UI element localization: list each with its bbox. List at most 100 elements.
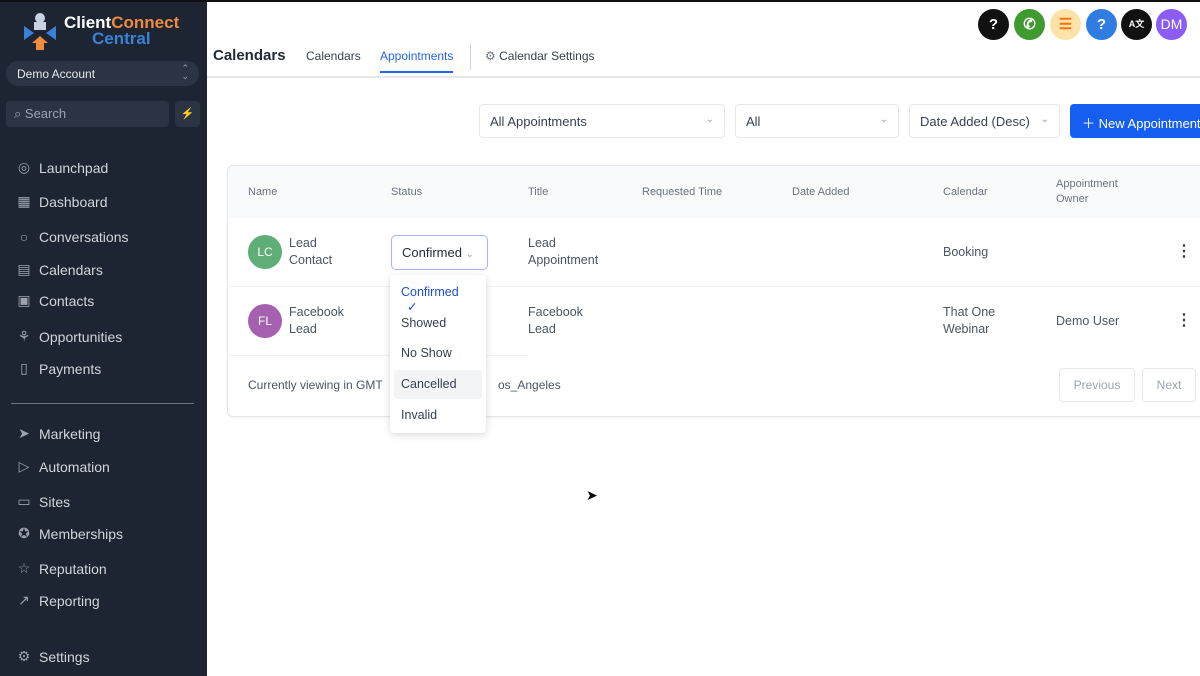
account-name: Demo Account xyxy=(17,67,96,81)
chart-icon: ↗ xyxy=(18,592,30,608)
name-line: Contact xyxy=(289,253,333,267)
status-option-cancelled[interactable]: Cancelled xyxy=(394,370,482,399)
sidebar-divider xyxy=(11,403,194,404)
status-filter-select[interactable]: All ⌄ xyxy=(735,104,899,138)
sidebar-item-calendars[interactable]: ▤ Calendars xyxy=(16,261,102,278)
question-icon[interactable]: ? xyxy=(1086,9,1117,40)
search-icon: ⌕ xyxy=(14,106,22,121)
sidebar-item-memberships[interactable]: ✪ Memberships xyxy=(16,525,123,542)
sidebar-item-automation[interactable]: ▷ Automation xyxy=(16,458,110,475)
appointment-type-select[interactable]: All Appointments ⌄ xyxy=(479,104,725,138)
translate-icon[interactable]: A文 xyxy=(1121,9,1152,40)
sidebar-item-label: Automation xyxy=(39,458,110,475)
send-icon: ➤ xyxy=(18,425,30,441)
star-icon: ☆ xyxy=(17,560,31,576)
title-line: Facebook xyxy=(528,305,583,319)
sidebar-item-sites[interactable]: ▭ Sites xyxy=(16,493,70,510)
mouse-cursor-icon: ➤ xyxy=(586,487,598,503)
column-header: Title xyxy=(528,186,549,198)
chevron-down-icon: ⌄ xyxy=(705,114,714,125)
sidebar-item-launchpad[interactable]: ◎ Launchpad xyxy=(16,159,108,176)
chat-icon: ○ xyxy=(19,229,29,245)
tab-calendar-settings[interactable]: ⚙ Calendar Settings xyxy=(485,49,595,63)
sidebar-item-contacts[interactable]: ▣ Contacts xyxy=(16,292,94,309)
status-dropdown-menu: Confirmed ✓ Showed No Show Cancelled Inv… xyxy=(390,275,486,433)
search-input[interactable]: ⌕ Search xyxy=(6,101,169,127)
status-option-showed[interactable]: Showed xyxy=(394,309,482,338)
column-header: Appointment Owner xyxy=(1056,178,1118,205)
bolt-icon: ⚡ xyxy=(180,108,195,120)
appointment-title[interactable]: Facebook Lead xyxy=(528,304,583,338)
plus-icon: ＋ xyxy=(1082,116,1096,131)
calendar-icon: ▤ xyxy=(17,261,31,277)
sidebar-item-label: Sites xyxy=(39,493,71,510)
contact-name-link[interactable]: Lead Contact xyxy=(289,235,332,269)
sort-select[interactable]: Date Added (Desc) ⌄ xyxy=(909,104,1060,138)
sites-icon: ▭ xyxy=(17,493,31,509)
column-header: Requested Time xyxy=(642,186,723,198)
sidebar-item-marketing[interactable]: ➤ Marketing xyxy=(16,425,100,442)
status-option-invalid[interactable]: Invalid xyxy=(394,401,482,430)
timezone-text: Currently viewing in GMT xyxy=(248,378,383,392)
status-select[interactable]: Confirmed ⌄ xyxy=(391,235,488,270)
search-placeholder: Search xyxy=(24,106,67,121)
more-options-icon[interactable]: ⋮ xyxy=(1176,241,1192,261)
appointments-table: Name Status Title Requested Time Date Ad… xyxy=(227,165,1200,417)
option-label: Confirmed xyxy=(401,285,459,299)
sidebar-item-opportunities[interactable]: ⚘ Opportunities xyxy=(16,328,123,345)
tab-calendars[interactable]: Calendars xyxy=(306,49,361,63)
calendar-line: Webinar xyxy=(943,322,990,336)
column-header: Calendar xyxy=(943,186,988,198)
account-switcher[interactable]: Demo Account ⌃ ⌄ xyxy=(6,61,199,86)
more-options-icon[interactable]: ⋮ xyxy=(1176,310,1192,330)
tab-appointments[interactable]: Appointments xyxy=(380,49,454,73)
select-value: All Appointments xyxy=(490,114,587,129)
sidebar-item-label: Opportunities xyxy=(39,328,123,345)
top-header: Calendars Calendars Appointments ⚙ Calen… xyxy=(207,0,1200,78)
sidebar-item-reporting[interactable]: ↗ Reporting xyxy=(16,592,100,609)
sidebar-item-dashboard[interactable]: ▦ Dashboard xyxy=(16,193,108,210)
quick-actions-button[interactable]: ⚡ xyxy=(175,101,200,127)
sidebar-item-label: Reporting xyxy=(39,592,100,609)
sidebar-item-reputation[interactable]: ☆ Reputation xyxy=(16,560,107,577)
appointment-owner: Demo User xyxy=(1056,314,1120,328)
appointment-title[interactable]: Lead Appointment xyxy=(528,235,598,269)
logo[interactable]: ClientConnect Central xyxy=(22,12,179,50)
avatar: FL xyxy=(248,304,282,338)
chevron-updown-icon: ⌃ ⌄ xyxy=(181,63,189,81)
gear-icon: ⚙ xyxy=(17,648,31,664)
sidebar-item-label: Payments xyxy=(39,360,102,377)
timezone-text: os_Angeles xyxy=(498,378,561,392)
status-option-no-show[interactable]: No Show xyxy=(394,339,482,368)
name-line: Lead xyxy=(289,322,317,336)
select-value: Date Added (Desc) xyxy=(920,114,1030,129)
title-line: Lead xyxy=(528,236,556,250)
sidebar-item-label: Contacts xyxy=(39,292,95,309)
sidebar-item-conversations[interactable]: ○ Conversations xyxy=(16,229,129,245)
avatar[interactable]: DM xyxy=(1156,9,1187,40)
next-page-button[interactable]: Next xyxy=(1142,368,1196,402)
previous-page-button[interactable]: Previous xyxy=(1059,368,1135,402)
sidebar-item-settings[interactable]: ⚙ Settings xyxy=(16,648,90,665)
sidebar-item-label: Settings xyxy=(39,648,90,665)
status-option-confirmed[interactable]: Confirmed ✓ xyxy=(394,278,482,314)
gear-icon: ⚙ xyxy=(485,49,496,63)
sidebar-item-label: Dashboard xyxy=(39,193,108,210)
avatar: LC xyxy=(248,235,282,269)
help-icon[interactable]: ? xyxy=(978,9,1009,40)
sidebar-item-label: Memberships xyxy=(39,525,124,542)
contact-name-link[interactable]: Facebook Lead xyxy=(289,304,344,338)
brand-text: Central xyxy=(92,29,151,48)
phone-icon[interactable]: ✆ xyxy=(1014,9,1045,40)
chevron-down-icon: ⌄ xyxy=(1040,114,1049,125)
sidebar-item-label: Launchpad xyxy=(39,159,109,176)
sidebar-item-payments[interactable]: ▯ Payments xyxy=(16,360,101,377)
rocket-icon: ◎ xyxy=(17,159,31,175)
column-header: Status xyxy=(391,186,423,198)
calendar-line: That One xyxy=(943,305,996,319)
new-appointment-button[interactable]: ＋ New Appointment xyxy=(1070,104,1200,138)
list-icon[interactable]: ☰ xyxy=(1050,9,1081,40)
chevron-down-icon: ⌄ xyxy=(465,249,474,260)
select-value: Confirmed xyxy=(402,245,462,260)
contacts-icon: ▣ xyxy=(17,292,31,308)
